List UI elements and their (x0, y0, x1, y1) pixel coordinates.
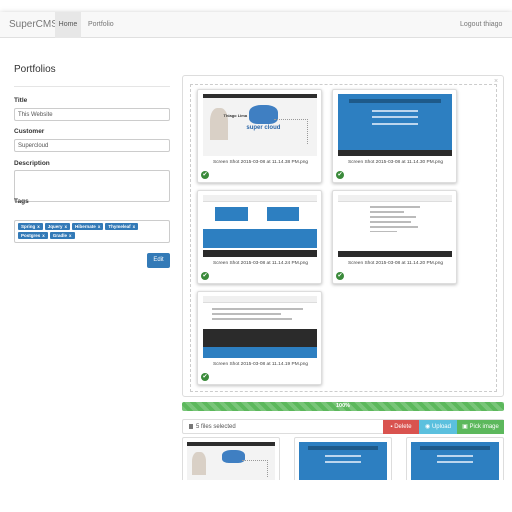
tags-input[interactable]: Spring x Jquery x Hibernate x Thymeleaf x Po… (14, 220, 170, 243)
tag-label: Jquery (47, 224, 63, 229)
customer-input[interactable]: Supercloud (14, 139, 170, 152)
tag-remove-icon[interactable]: x (133, 224, 136, 229)
page-bottom-margin (0, 480, 512, 512)
tag-label: Spring (21, 224, 36, 229)
upload-progress-bar: 100% (182, 402, 504, 411)
file-input-bar: 5 files selected ▪ Delete ◉ Upload ▣ Pic… (182, 419, 504, 434)
nav-portfolio[interactable]: Portfolio (88, 12, 114, 38)
tag-chip[interactable]: Jquery x (44, 223, 71, 230)
file-thumbnail[interactable]: Screen Shot 2015-03-08 at 11.14.24 PM.pn… (197, 190, 322, 284)
file-thumbnail[interactable]: Thiago Lima super cloud Screen Shot 2015… (197, 89, 322, 183)
description-textarea[interactable] (14, 170, 170, 202)
tags-label: Tags (14, 198, 29, 205)
pick-label: Pick image (469, 424, 499, 430)
success-check-icon: ✔ (336, 171, 344, 179)
file-name: Screen Shot 2015-03-08 at 11.14.38 PM.pn… (212, 160, 309, 165)
files-selected-text: 5 files selected (196, 424, 236, 430)
tag-label: Postgres (21, 232, 41, 238)
tag-chip[interactable]: Gradle x (49, 231, 75, 239)
tag-remove-icon[interactable]: x (98, 224, 101, 229)
delete-button[interactable]: ▪ Delete (383, 420, 419, 434)
logout-link[interactable]: Logout thiago (460, 12, 502, 38)
tag-remove-icon[interactable]: x (37, 224, 40, 229)
success-check-icon: ✔ (201, 373, 209, 381)
file-thumbnail[interactable]: Screen Shot 2015-03-08 at 11.14.20 PM.pn… (332, 190, 457, 284)
screenshot-preview (338, 94, 452, 156)
delete-label: Delete (394, 424, 412, 430)
progress-label: 100% (335, 403, 351, 409)
screenshot-preview (299, 442, 387, 484)
tag-remove-icon[interactable]: x (65, 224, 68, 229)
portfolios-heading: Portfolios (14, 64, 170, 87)
preview-thumbnail[interactable] (182, 437, 280, 485)
tag-chip[interactable]: Postgres x (18, 231, 48, 239)
files-selected-caption: 5 files selected (189, 420, 236, 434)
screenshot-preview (187, 442, 275, 484)
success-check-icon: ✔ (201, 272, 209, 280)
preview-thumbnail[interactable] (406, 437, 504, 485)
brand-logo[interactable]: SuperCMS (9, 19, 58, 30)
image-icon: ▣ (462, 424, 470, 430)
screenshot-preview (338, 195, 452, 257)
upload-label: Upload (431, 424, 451, 430)
edit-button[interactable]: Edit (147, 253, 170, 268)
success-check-icon: ✔ (336, 272, 344, 280)
tag-chip[interactable]: Hibernate x (72, 223, 104, 230)
file-thumbnail[interactable]: Screen Shot 2015-03-08 at 11.14.30 PM.pn… (332, 89, 457, 183)
tag-chip[interactable]: Spring x (18, 223, 43, 230)
file-icon (189, 424, 193, 429)
tag-label: Thymeleaf (108, 224, 131, 229)
tag-remove-icon[interactable]: x (69, 233, 72, 238)
file-name: Screen Shot 2015-03-08 at 11.14.19 PM.pn… (212, 362, 309, 367)
upload-icon: ◉ (425, 424, 432, 430)
screenshot-preview (411, 442, 499, 484)
tag-chip[interactable]: Thymeleaf x (105, 223, 139, 230)
thumb-person-name: Thiago Lima (223, 112, 248, 118)
screenshot-preview (203, 296, 317, 358)
nav-home[interactable]: Home (55, 12, 81, 38)
file-thumbnail[interactable]: Screen Shot 2015-03-08 at 11.14.19 PM.pn… (197, 291, 322, 385)
upload-button[interactable]: ◉ Upload (419, 420, 457, 434)
screenshot-preview (203, 195, 317, 257)
tag-label: Gradle (52, 232, 68, 238)
pick-image-button[interactable]: ▣ Pick image (457, 420, 504, 434)
success-check-icon: ✔ (201, 171, 209, 179)
title-label: Title (14, 97, 28, 104)
screenshot-preview: Thiago Lima super cloud (203, 94, 317, 156)
description-label: Description (14, 160, 50, 167)
title-input[interactable]: This Website (14, 108, 170, 121)
preview-thumbnail[interactable] (294, 437, 392, 485)
tag-label: Hibernate (75, 224, 96, 229)
file-name: Screen Shot 2015-03-08 at 11.14.24 PM.pn… (212, 261, 309, 266)
customer-label: Customer (14, 128, 45, 135)
tag-remove-icon[interactable]: x (42, 233, 45, 238)
navbar: SuperCMS Home Portfolio Logout thiago (0, 12, 512, 38)
file-name: Screen Shot 2015-03-08 at 11.14.30 PM.pn… (347, 160, 444, 165)
file-name: Screen Shot 2015-03-08 at 11.14.20 PM.pn… (347, 261, 444, 266)
